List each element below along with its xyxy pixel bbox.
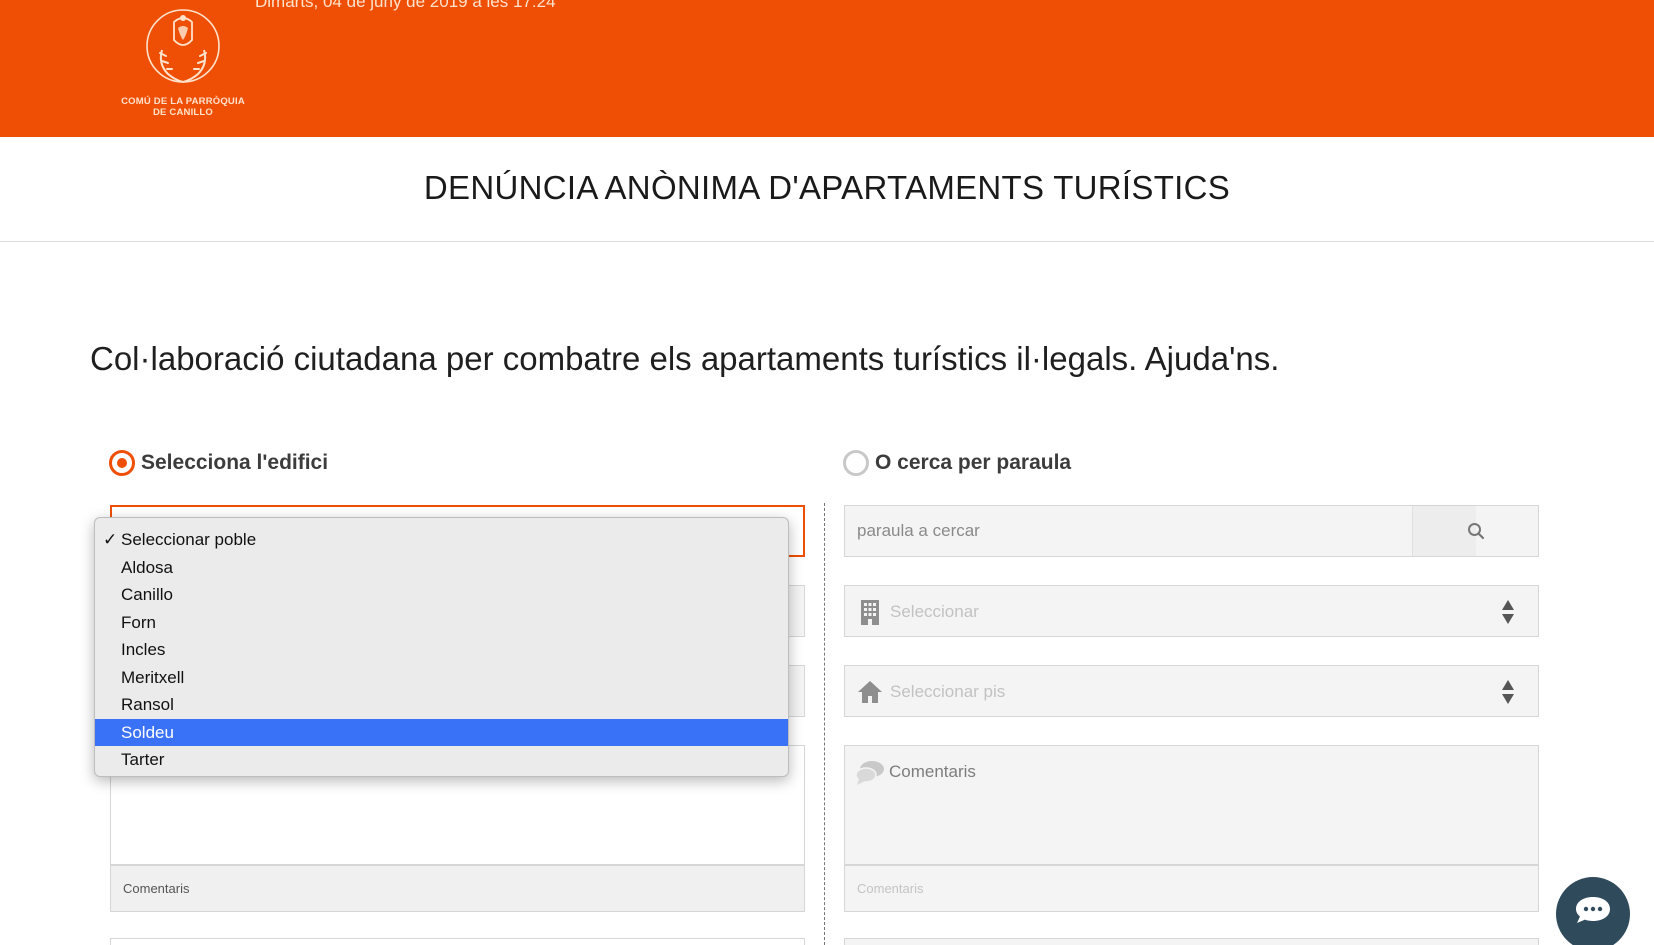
town-option[interactable]: Canillo <box>95 581 788 609</box>
town-dropdown-list[interactable]: ✓ Seleccionar poble Aldosa Canillo Forn Incle… <box>94 517 789 777</box>
home-icon <box>858 681 882 703</box>
town-option-label: Canillo <box>121 585 173 604</box>
comments-textarea[interactable]: Comentaris <box>844 745 1539 865</box>
logo-text-line1: COMÚ DE LA PARRÒQUIA <box>121 96 245 107</box>
floor-select-value: Seleccionar pis <box>890 682 1006 701</box>
select-building-radio[interactable] <box>109 450 135 476</box>
town-option-label: Incles <box>121 640 166 659</box>
page-title: DENÚNCIA ANÒNIMA D'APARTAMENTS TURÍSTICS <box>423 169 1231 206</box>
next-field-left[interactable] <box>110 938 805 945</box>
search-keyword-option[interactable]: O cerca per paraula <box>843 448 1071 478</box>
building-select[interactable]: Seleccionar <box>844 585 1539 637</box>
building-icon <box>861 600 879 625</box>
comments-footer-left[interactable]: Comentaris <box>110 865 805 912</box>
search-button[interactable] <box>1412 506 1538 556</box>
title-bar: DENÚNCIA ANÒNIMA D'APARTAMENTS TURÍSTICS <box>0 137 1654 242</box>
search-keyword-radio[interactable] <box>843 450 869 476</box>
town-option-label: Tarter <box>121 750 165 769</box>
town-option[interactable]: Tarter <box>95 746 788 774</box>
select-building-option[interactable]: Selecciona l'edifici <box>109 448 328 478</box>
building-select-value: Seleccionar <box>890 602 979 621</box>
column-divider <box>824 503 825 945</box>
comments-icon <box>855 761 884 785</box>
town-option[interactable]: ✓ Seleccionar poble <box>95 526 788 554</box>
search-icon <box>1467 523 1484 540</box>
keyword-search-box[interactable]: paraula a cercar <box>844 505 1539 557</box>
town-option-label: Aldosa <box>121 557 173 577</box>
comments-footer-label-right: Comentaris <box>857 881 924 896</box>
select-arrows-icon <box>1502 680 1514 704</box>
town-option[interactable]: Ransol <box>95 691 788 719</box>
town-option[interactable]: Meritxell <box>95 664 788 692</box>
town-option[interactable]: Incles <box>95 636 788 664</box>
select-arrows-icon <box>1502 600 1514 624</box>
chat-icon <box>1576 897 1610 923</box>
site-header: COMÚ DE LA PARRÒQUIA DE CANILLO Dimarts,… <box>0 0 1654 137</box>
checkmark-icon: ✓ <box>103 530 118 549</box>
town-option[interactable]: Aldosa <box>95 554 788 582</box>
comments-footer-label-left: Comentaris <box>123 881 190 896</box>
logo-text-line2: DE CANILLO <box>152 107 214 118</box>
town-option-label: Meritxell <box>121 667 185 687</box>
select-building-label: Selecciona l'edifici <box>141 451 329 474</box>
town-option-label: Ransol <box>121 695 174 714</box>
town-option-label: Seleccionar poble <box>121 530 257 549</box>
search-input[interactable]: paraula a cercar <box>857 521 980 541</box>
search-keyword-label: O cerca per paraula <box>875 451 1072 474</box>
parish-logo[interactable]: COMÚ DE LA PARRÒQUIA DE CANILLO <box>112 0 254 122</box>
floor-select[interactable]: Seleccionar pis <box>844 665 1539 717</box>
comments-placeholder: Comentaris <box>889 762 976 781</box>
next-field-right[interactable] <box>844 938 1539 945</box>
intro-text: Col·laboració ciutadana per combatre els… <box>90 340 1280 377</box>
town-option[interactable]: Forn <box>95 609 788 637</box>
chat-button[interactable] <box>1556 877 1630 945</box>
town-option-label: Soldeu <box>121 722 174 742</box>
parish-crest-icon <box>146 9 220 84</box>
town-option[interactable]: Soldeu <box>95 718 788 746</box>
current-date: Dimarts, 04 de juny de 2019 a les 17:24 <box>255 0 556 11</box>
town-option-label: Forn <box>121 612 156 632</box>
comments-footer-right[interactable]: Comentaris <box>844 865 1539 912</box>
